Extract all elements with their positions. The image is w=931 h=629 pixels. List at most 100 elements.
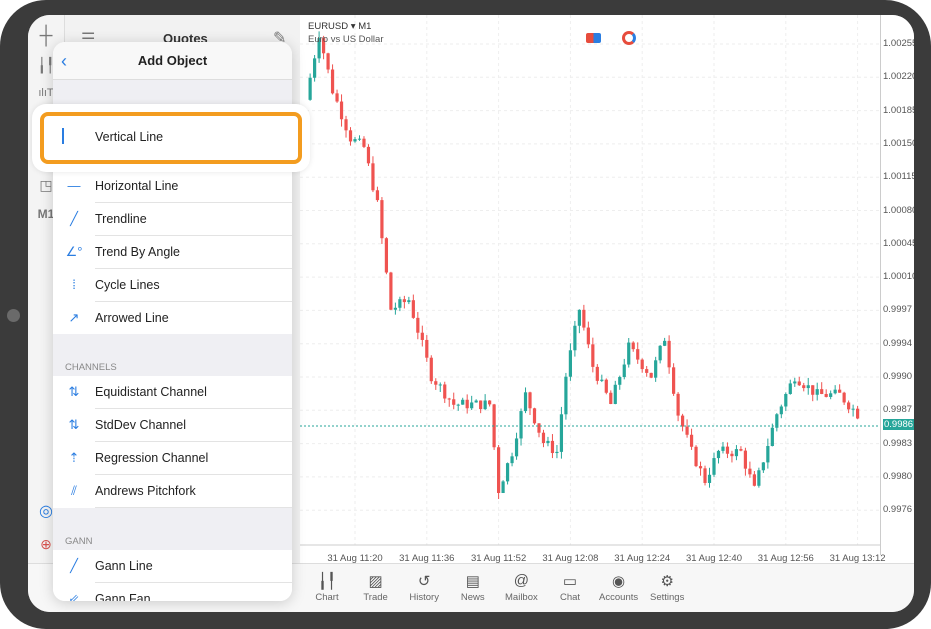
candlestick-chart[interactable] xyxy=(300,15,880,555)
trade-icon[interactable] xyxy=(586,33,601,43)
candle xyxy=(461,399,465,405)
candle xyxy=(375,190,380,201)
object-trendline[interactable]: ╱ Trendline xyxy=(53,203,292,236)
object-horizontal-line[interactable]: — Horizontal Line xyxy=(53,170,292,203)
object-equidistant-channel[interactable]: ⇅ Equidistant Channel xyxy=(53,376,292,409)
clock-icon[interactable] xyxy=(622,31,636,45)
price-label: 1.00220 xyxy=(883,71,914,83)
candle xyxy=(716,450,721,459)
candle xyxy=(357,138,362,140)
object-regression-channel[interactable]: ⇡ Regression Channel xyxy=(53,442,292,475)
object-vertical-line[interactable]: Vertical Line xyxy=(40,112,302,164)
candle xyxy=(389,272,393,310)
section-header: GANN xyxy=(53,508,292,550)
candle xyxy=(537,423,541,433)
candle xyxy=(654,360,658,378)
chart-symbol[interactable]: EURUSD ▾ M1 xyxy=(308,21,371,32)
tab-history[interactable]: ↺ History xyxy=(399,572,449,603)
candle xyxy=(532,408,537,424)
candle xyxy=(573,325,577,351)
candle xyxy=(797,381,801,386)
candle xyxy=(582,309,586,328)
candle xyxy=(452,399,456,405)
tab-label: News xyxy=(460,592,485,603)
candle xyxy=(743,450,748,469)
candle xyxy=(703,468,707,483)
trendline-icon: ╱ xyxy=(70,211,78,226)
candle xyxy=(847,402,851,410)
candle xyxy=(474,400,478,403)
candle xyxy=(631,342,635,350)
tab-label: Chat xyxy=(559,592,581,603)
candle xyxy=(842,392,846,403)
gann-fan-icon: ⇙ xyxy=(68,591,80,601)
candle xyxy=(335,93,339,102)
candle xyxy=(546,440,550,444)
object-label: Vertical Line xyxy=(95,130,164,144)
candle xyxy=(748,468,752,475)
tab-trade[interactable]: ▨ Trade xyxy=(351,572,401,603)
candle xyxy=(479,400,483,410)
candle xyxy=(856,408,860,419)
candle xyxy=(739,449,743,451)
tab-accounts[interactable]: ◉ Accounts xyxy=(594,572,644,603)
candle xyxy=(541,432,546,444)
object-arrowed-line[interactable]: ↗ Arrowed Line xyxy=(53,302,292,335)
candle xyxy=(627,342,631,365)
cycle-lines-icon: ⁞ xyxy=(72,277,76,292)
candle xyxy=(398,299,402,308)
candle xyxy=(514,438,519,457)
chart-icon: ╽╿ xyxy=(317,573,337,590)
price-label: 0.9997 xyxy=(883,304,913,316)
price-label: 1.00185 xyxy=(883,104,914,116)
object-stddev-channel[interactable]: ⇅ StdDev Channel xyxy=(53,409,292,442)
candle xyxy=(788,383,792,394)
vertical-line-icon xyxy=(62,128,64,144)
price-label: 1.00115 xyxy=(883,171,914,183)
settings-icon: ⚙ xyxy=(660,573,674,590)
tab-news[interactable]: ▤ News xyxy=(448,572,498,603)
candle xyxy=(339,101,344,120)
candle xyxy=(811,385,815,395)
news-icon: ▤ xyxy=(465,573,480,590)
price-label: 0.9976 xyxy=(883,504,913,516)
candle xyxy=(820,389,824,394)
candle xyxy=(402,299,406,303)
candle xyxy=(362,138,366,147)
candle xyxy=(779,406,783,415)
candle xyxy=(689,434,694,447)
candle xyxy=(505,463,510,482)
candle xyxy=(411,300,415,318)
stddev-channel-icon: ⇅ xyxy=(68,417,80,432)
object-gann-line[interactable]: ╱ Gann Line xyxy=(53,550,292,583)
candle xyxy=(613,384,617,404)
tab-settings[interactable]: ⚙ Settings xyxy=(642,572,692,603)
object-andrews-pitchfork[interactable]: ⫽ Andrews Pitchfork xyxy=(53,475,292,508)
candle xyxy=(734,449,739,457)
candle xyxy=(501,481,505,494)
candle xyxy=(568,350,572,377)
tab-chat[interactable]: ▭ Chat xyxy=(545,572,595,603)
chart-area[interactable]: EURUSD ▾ M1 Euro vs US Dollar xyxy=(300,15,880,555)
symbol: EURUSD xyxy=(308,21,349,32)
object-cycle-lines[interactable]: ⁞ Cycle Lines xyxy=(53,269,292,302)
candle xyxy=(559,414,564,452)
back-chevron-icon[interactable]: ‹ xyxy=(61,42,67,80)
section-label: GANN xyxy=(65,536,93,547)
pitchfork-icon: ⫽ xyxy=(71,483,77,498)
tab-mailbox[interactable]: @ Mailbox xyxy=(496,572,546,603)
candle xyxy=(519,411,523,439)
panel-header: ‹ Add Object xyxy=(53,42,292,80)
candle xyxy=(366,146,371,164)
home-button[interactable] xyxy=(7,309,20,322)
candle xyxy=(829,393,833,397)
section-label: CHANNELS xyxy=(65,362,117,373)
object-gann-fan[interactable]: ⇙ Gann Fan xyxy=(53,583,292,601)
price-label: 1.00080 xyxy=(883,204,914,216)
object-trend-by-angle[interactable]: ∠° Trend By Angle xyxy=(53,236,292,269)
candle xyxy=(438,384,442,386)
candle xyxy=(712,458,716,475)
tab-chart[interactable]: ╽╿ Chart xyxy=(302,572,352,603)
candle xyxy=(465,399,469,409)
mailbox-icon: @ xyxy=(513,572,529,589)
